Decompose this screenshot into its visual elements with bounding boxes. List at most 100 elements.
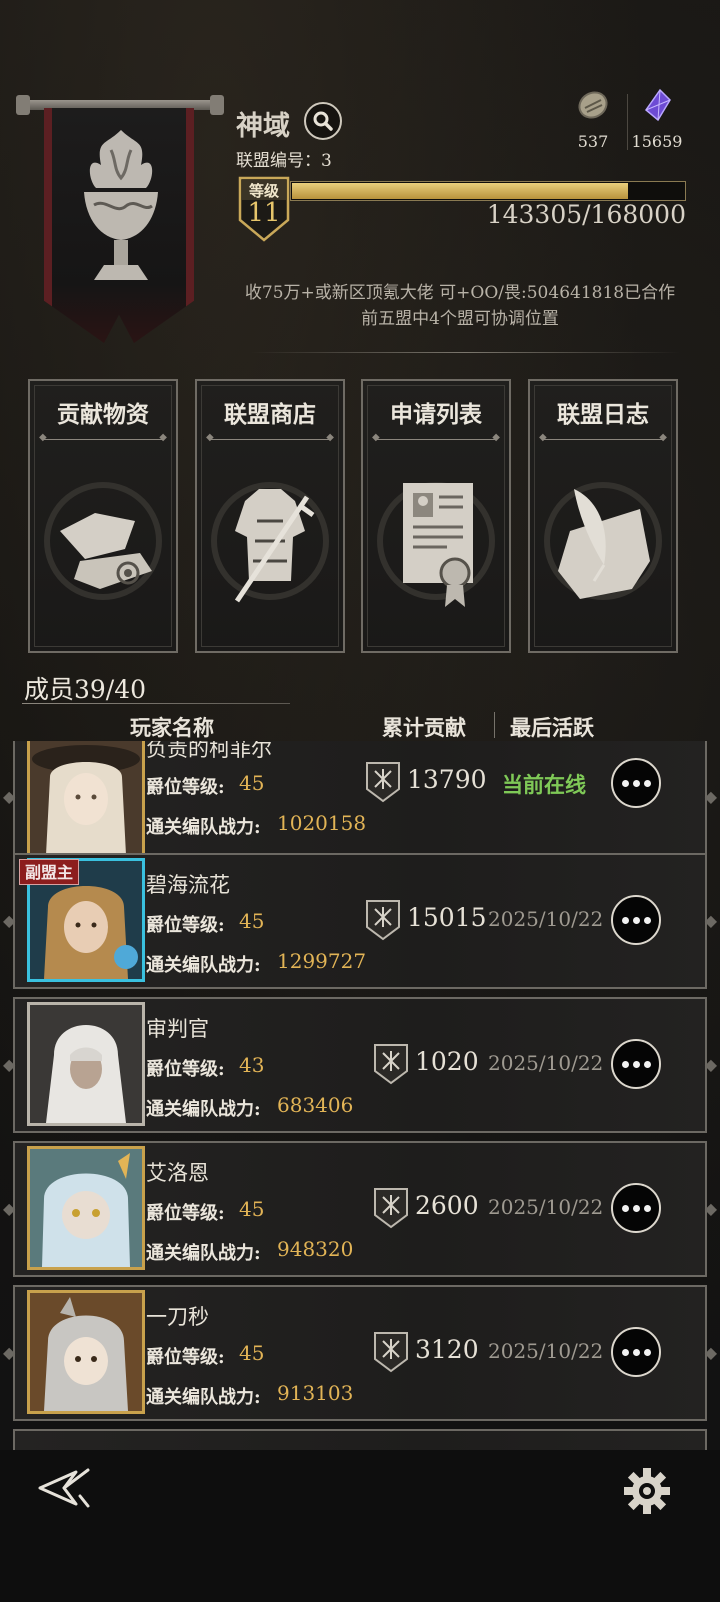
settings-gear-icon[interactable]	[622, 1466, 672, 1516]
resource-crystal[interactable]: 15659	[622, 88, 692, 151]
chalice-emblem-icon	[84, 130, 158, 280]
last-active: 2025/10/22	[488, 1195, 604, 1219]
purple-crystal-icon	[644, 88, 671, 122]
search-button[interactable]	[304, 102, 342, 140]
member-row[interactable]: 一刀秒 爵位等级: 45 通关编队战力: 913103 3120 2025/10…	[3, 1285, 717, 1421]
last-active: 2025/10/22	[488, 1051, 604, 1075]
card-divider	[372, 432, 500, 443]
rank-level-label: 爵位等级:	[146, 777, 225, 798]
contribution-emblem-icon	[374, 1188, 408, 1229]
xp-text: 143305/168000	[486, 200, 686, 229]
player-name: 碧海流花	[146, 873, 230, 897]
header-divider	[250, 352, 680, 353]
contribution-emblem-icon	[366, 762, 400, 803]
stone-count: 537	[577, 132, 609, 151]
member-row[interactable]: 审判官 爵位等级: 43 通关编队战力: 683406 1020 2025/10…	[3, 997, 717, 1133]
card-title: 申请列表	[390, 401, 482, 428]
supplies-icon	[44, 482, 162, 600]
card-divider	[39, 432, 167, 443]
contribution-value: 13790	[407, 765, 487, 794]
avatar-portrait-icon	[30, 1149, 142, 1267]
rank-level-value: 45	[239, 909, 265, 933]
more-options-button[interactable]	[611, 1039, 661, 1089]
team-power-value: 683406	[277, 1093, 354, 1117]
armor-shop-icon	[211, 482, 329, 603]
back-button[interactable]	[36, 1466, 92, 1510]
rank-level-value: 43	[239, 1053, 265, 1077]
rank-level-value: 45	[239, 1341, 265, 1365]
application-scroll-icon	[377, 482, 495, 607]
contribution-emblem-icon	[366, 900, 400, 941]
last-active: 2025/10/22	[488, 1339, 604, 1363]
bottom-bar	[0, 1450, 720, 1602]
contribution-emblem-icon	[374, 1044, 408, 1085]
member-avatar[interactable]	[27, 741, 145, 858]
contribute-supplies-card[interactable]: 贡献物资	[28, 379, 178, 653]
card-divider	[206, 432, 334, 443]
card-title: 联盟日志	[557, 401, 649, 428]
more-options-button[interactable]	[611, 895, 661, 945]
more-options-button[interactable]	[611, 758, 661, 808]
member-list[interactable]: 负责的柯菲尔 爵位等级: 45 通关编队战力: 1020158 13790 当前…	[0, 741, 720, 1457]
crystal-count: 15659	[631, 132, 683, 151]
team-power-label: 通关编队战力:	[146, 817, 261, 838]
team-power-value: 1299727	[277, 949, 367, 973]
level-number: 11	[247, 198, 281, 228]
member-row[interactable]: 艾洛恩 爵位等级: 45 通关编队战力: 948320 2600 2025/10…	[3, 1141, 717, 1277]
team-power-value: 1020158	[277, 811, 367, 835]
rank-level-label: 爵位等级:	[146, 915, 225, 936]
member-avatar[interactable]	[27, 1290, 145, 1414]
player-name: 审判官	[146, 1017, 209, 1041]
alliance-notice[interactable]: 收75万+或新区顶氪大佬 可+OO/畏:504641818已合作前五盟中4个盟可…	[240, 280, 680, 332]
xp-bar-fill	[292, 183, 629, 199]
player-name: 负责的柯菲尔	[146, 741, 272, 761]
stone-coin-icon	[578, 91, 608, 119]
contribution-value: 3120	[415, 1335, 479, 1364]
more-options-button[interactable]	[611, 1183, 661, 1233]
card-divider	[539, 432, 667, 443]
alliance-log-card[interactable]: 联盟日志	[528, 379, 678, 653]
team-power-label: 通关编队战力:	[146, 1243, 261, 1264]
search-icon	[313, 111, 333, 131]
contribution-emblem-icon	[374, 1332, 408, 1373]
last-active: 2025/10/22	[488, 907, 604, 931]
team-power-value: 948320	[277, 1237, 354, 1261]
resource-stone[interactable]: 537	[558, 88, 628, 151]
team-power-label: 通关编队战力:	[146, 955, 261, 976]
avatar-portrait-icon	[30, 1293, 142, 1411]
last-active: 当前在线	[502, 772, 586, 797]
team-power-value: 913103	[277, 1381, 354, 1405]
card-title: 联盟商店	[224, 401, 316, 428]
contribution-value: 2600	[415, 1191, 479, 1220]
alliance-name: 神域	[236, 111, 290, 142]
column-player-name[interactable]: 玩家名称	[130, 712, 214, 742]
rank-level-label: 爵位等级:	[146, 1203, 225, 1224]
card-title: 贡献物资	[57, 401, 149, 428]
avatar-portrait-icon	[30, 1005, 142, 1123]
member-avatar[interactable]	[27, 1146, 145, 1270]
alliance-banner	[16, 92, 224, 362]
rank-level-value: 45	[239, 1197, 265, 1221]
alliance-shop-card[interactable]: 联盟商店	[195, 379, 345, 653]
team-power-label: 通关编队战力:	[146, 1387, 261, 1408]
alliance-id: 联盟编号：3	[236, 151, 332, 171]
team-power-label: 通关编队战力:	[146, 1099, 261, 1120]
contribution-value: 1020	[415, 1047, 479, 1076]
member-row[interactable]: 负责的柯菲尔 爵位等级: 45 通关编队战力: 1020158 13790 当前…	[3, 741, 717, 865]
more-options-button[interactable]	[611, 1327, 661, 1377]
members-divider	[22, 703, 290, 704]
column-separator	[494, 712, 495, 738]
player-name: 一刀秒	[146, 1305, 209, 1329]
column-last-active[interactable]: 最后活跃	[510, 712, 594, 742]
column-contribution[interactable]: 累计贡献	[382, 712, 466, 742]
application-list-card[interactable]: 申请列表	[361, 379, 511, 653]
rank-level-value: 45	[239, 771, 265, 795]
contribution-value: 15015	[407, 903, 487, 932]
rank-level-label: 爵位等级:	[146, 1059, 225, 1080]
player-name: 艾洛恩	[146, 1161, 209, 1185]
alliance-page: 神域 联盟编号：3 537 15659 等级 11 143305/168000 …	[0, 0, 720, 1602]
member-avatar[interactable]	[27, 1002, 145, 1126]
members-count: 成员39/40	[24, 675, 147, 704]
vice-leader-tag: 副盟主	[19, 859, 80, 885]
member-row[interactable]: 副盟主 碧海流花 爵位等级: 45 通关编队战力: 1299727 15015 …	[3, 853, 717, 989]
